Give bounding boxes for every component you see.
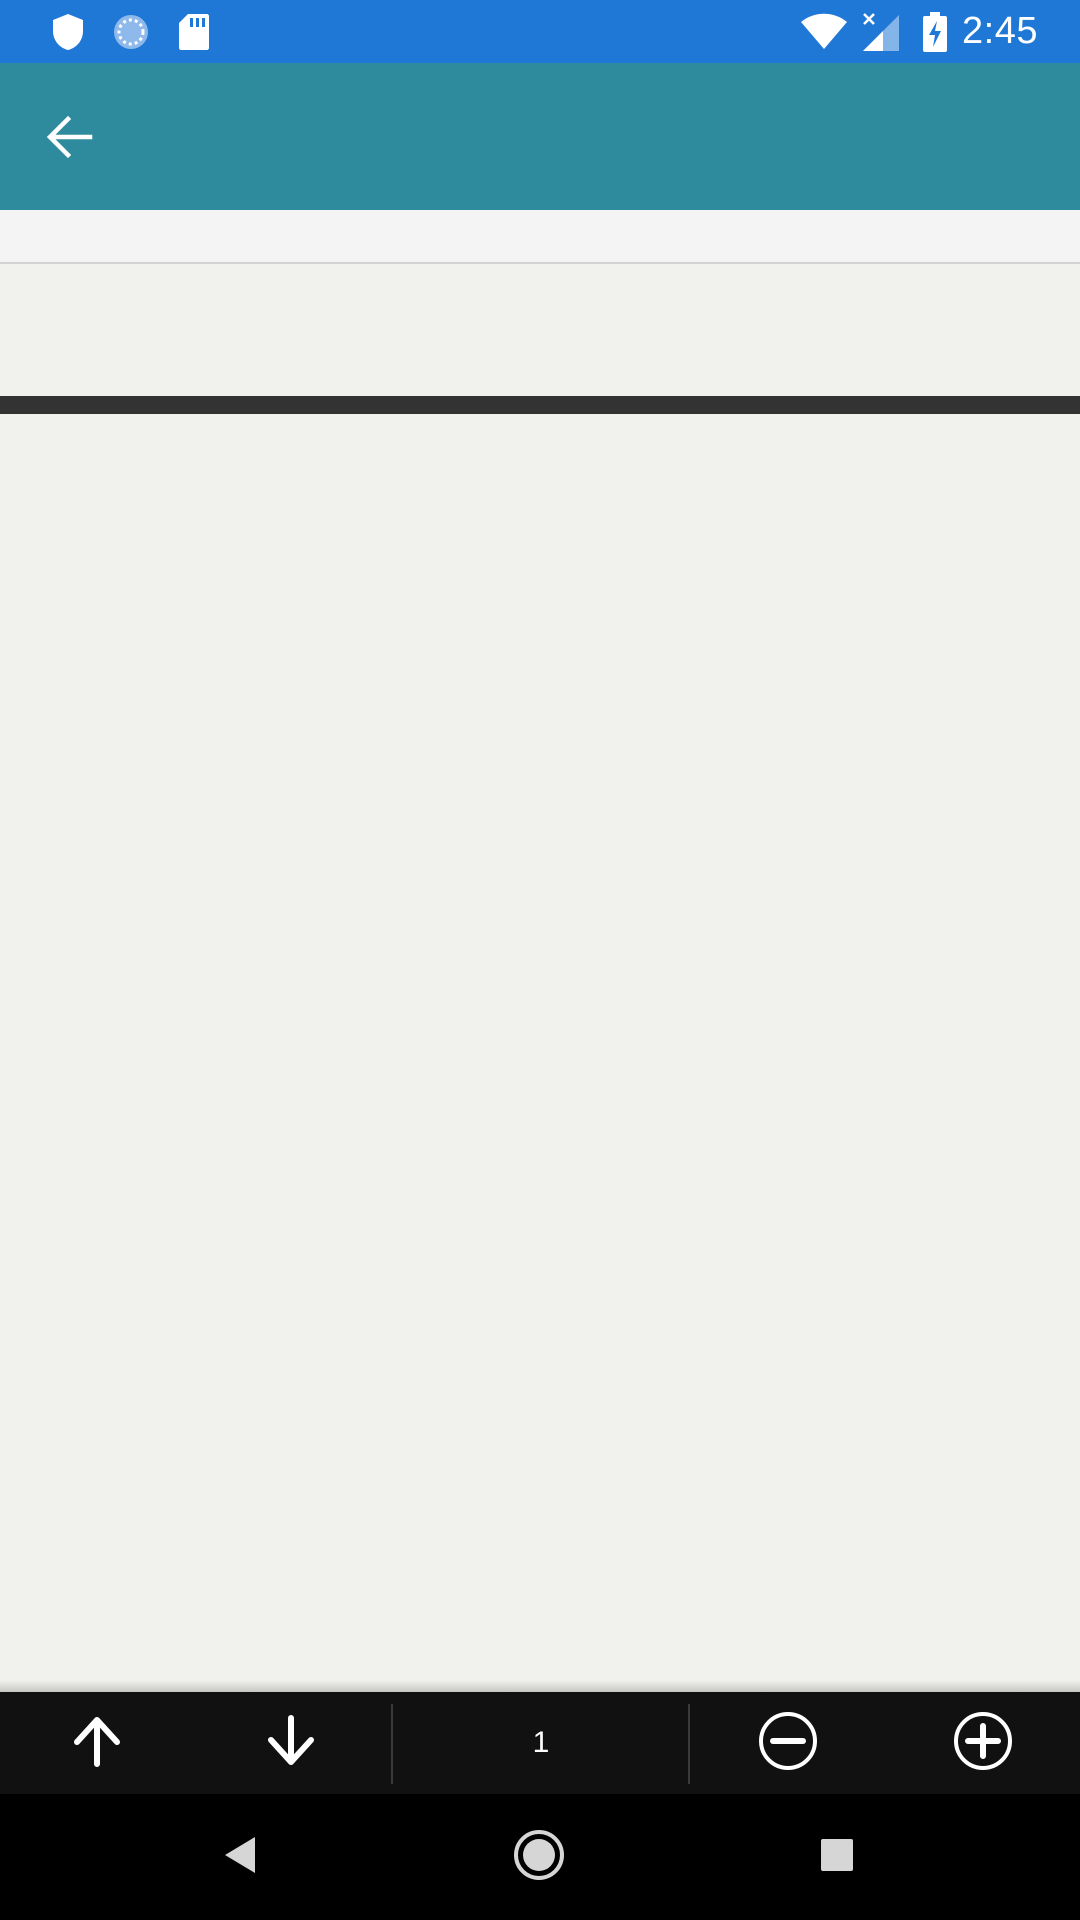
- wifi-icon: [798, 0, 850, 63]
- system-nav-bar: [0, 1794, 1080, 1920]
- zoom-in-button[interactable]: [918, 1692, 1048, 1794]
- nav-recents-icon: [819, 1837, 855, 1877]
- sync-icon: [108, 0, 154, 63]
- toolbar-separator: [688, 1704, 690, 1784]
- app-bar: [0, 63, 1080, 210]
- system-home-button[interactable]: [494, 1812, 584, 1902]
- subheader-strip: [0, 210, 1080, 264]
- nav-back-icon: [221, 1833, 261, 1881]
- toolbar-separator: [391, 1704, 393, 1784]
- system-recents-button[interactable]: [792, 1812, 882, 1902]
- shield-icon: [48, 0, 88, 63]
- next-page-button[interactable]: [226, 1692, 356, 1794]
- divider: [0, 396, 1080, 414]
- battery-charging-icon: [920, 0, 950, 63]
- status-time: 2:45: [962, 10, 1038, 52]
- header-band: [0, 264, 1080, 396]
- previous-page-button[interactable]: [32, 1692, 162, 1794]
- system-back-button[interactable]: [196, 1812, 286, 1902]
- status-bar: 2:45: [0, 0, 1080, 63]
- nav-home-icon: [513, 1829, 565, 1885]
- arrow-down-icon: [264, 1714, 318, 1772]
- zoom-out-icon: [757, 1710, 819, 1776]
- back-button[interactable]: [30, 104, 110, 174]
- arrow-back-icon: [46, 115, 94, 163]
- no-signal-icon: [860, 0, 902, 63]
- page-number[interactable]: 1: [394, 1692, 688, 1794]
- toolbar-shadow: [0, 1680, 1080, 1692]
- page-toolbar: 1: [0, 1692, 1080, 1794]
- zoom-in-icon: [952, 1710, 1014, 1776]
- sd-card-icon: [176, 0, 212, 63]
- document-view[interactable]: [0, 414, 1080, 1690]
- arrow-up-icon: [70, 1714, 124, 1772]
- zoom-out-button[interactable]: [723, 1692, 853, 1794]
